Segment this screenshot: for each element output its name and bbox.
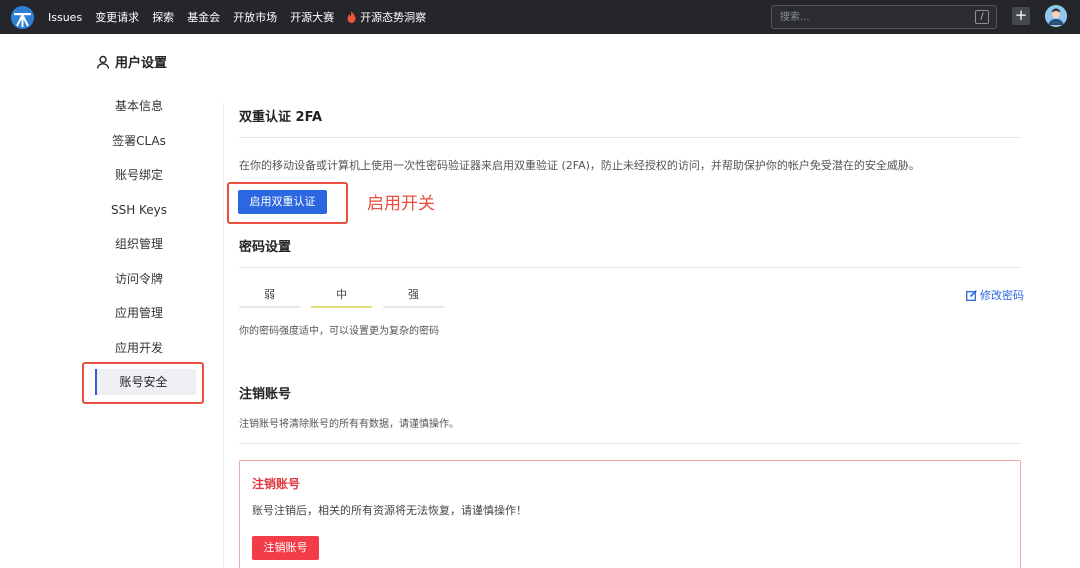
sidebar-item-access-tokens[interactable]: 访问令牌 <box>84 265 194 293</box>
site-logo[interactable] <box>11 6 34 29</box>
delete-account-divider <box>239 443 1021 444</box>
delete-account-button[interactable]: 注销账号 <box>252 536 319 560</box>
page-title: 用户设置 <box>96 52 167 71</box>
twofa-divider <box>239 137 1021 138</box>
danger-zone-title: 注销账号 <box>252 477 301 491</box>
search-box[interactable]: / <box>771 5 997 29</box>
strength-level-strong: 强 <box>383 286 444 308</box>
enable-switch-annotation: 启用开关 <box>367 194 435 214</box>
danger-zone-description: 账号注销后，相关的所有资源将无法恢复，请谨慎操作！ <box>252 504 527 517</box>
nav-insights-label: 开源态势洞察 <box>360 11 427 24</box>
search-shortcut-key: / <box>975 10 989 24</box>
strength-level-medium: 中 <box>311 286 372 308</box>
password-strength-hint: 你的密码强度适中，可以设置更为复杂的密码 <box>239 326 439 337</box>
nav-foundation[interactable]: 基金会 <box>187 9 220 25</box>
strength-label-strong: 强 <box>408 288 419 301</box>
nav-issues[interactable]: Issues <box>48 11 82 24</box>
strength-level-weak: 弱 <box>239 286 300 308</box>
strength-label-weak: 弱 <box>264 288 275 301</box>
strength-bar-weak <box>239 306 300 308</box>
avatar-icon <box>1045 5 1067 27</box>
delete-account-section-title: 注销账号 <box>239 387 292 402</box>
strength-bar-strong <box>383 306 444 308</box>
sidebar-divider <box>223 103 224 568</box>
nav-competition[interactable]: 开源大赛 <box>290 9 334 25</box>
strength-label-medium: 中 <box>336 288 347 301</box>
page-title-text: 用户设置 <box>115 56 168 71</box>
twofa-description: 在你的移动设备或计算机上使用一次性密码验证器来启用双重验证 (2FA)，防止未经… <box>239 159 920 172</box>
nav-pull-requests[interactable]: 变更请求 <box>95 9 139 25</box>
create-new-button[interactable]: + <box>1012 7 1030 25</box>
nav-marketplace[interactable]: 开放市场 <box>233 9 277 25</box>
nav-insights[interactable]: 开源态势洞察 <box>347 9 426 25</box>
sidebar-item-basic-info[interactable]: 基本信息 <box>84 92 194 120</box>
sidebar-item-account-binding[interactable]: 账号绑定 <box>84 161 194 189</box>
strength-bar-medium <box>311 306 372 308</box>
search-input[interactable] <box>780 9 970 25</box>
user-avatar[interactable] <box>1045 5 1067 27</box>
password-section-title: 密码设置 <box>239 240 292 255</box>
twofa-section-title: 双重认证 2FA <box>239 110 323 125</box>
edit-icon <box>966 289 977 301</box>
sidebar-item-ssh-keys[interactable]: SSH Keys <box>84 196 194 224</box>
sidebar-highlight-box <box>82 362 204 404</box>
change-password-link[interactable]: 修改密码 <box>966 287 1024 303</box>
main-nav: Issues 变更请求 探索 基金会 开放市场 开源大赛 开源态势洞察 <box>48 0 439 34</box>
change-password-label: 修改密码 <box>980 289 1024 302</box>
fire-icon <box>347 11 356 23</box>
enable-twofa-button[interactable]: 启用双重认证 <box>238 190 327 214</box>
user-icon <box>96 55 110 69</box>
top-navbar: Issues 变更请求 探索 基金会 开放市场 开源大赛 开源态势洞察 / + <box>0 0 1080 34</box>
sidebar-item-app-development[interactable]: 应用开发 <box>84 334 194 362</box>
delete-account-description: 注销账号将清除账号的所有有数据，请谨慎操作。 <box>239 419 459 430</box>
sidebar-item-organizations[interactable]: 组织管理 <box>84 230 194 258</box>
danger-zone-box: 注销账号 账号注销后，相关的所有资源将无法恢复，请谨慎操作！ 注销账号 <box>239 460 1021 568</box>
sidebar-item-app-management[interactable]: 应用管理 <box>84 299 194 327</box>
sidebar-item-clas[interactable]: 签署CLAs <box>84 127 194 155</box>
nav-explore[interactable]: 探索 <box>152 9 174 25</box>
logo-icon <box>11 6 34 29</box>
password-divider <box>239 267 1021 268</box>
